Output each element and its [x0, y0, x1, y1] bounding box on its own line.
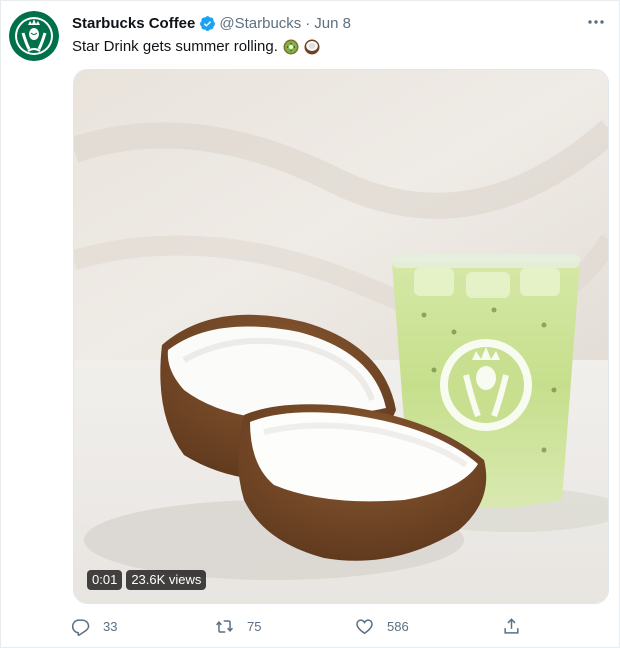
reply-icon: [71, 619, 90, 636]
share-icon: [504, 618, 519, 634]
starbucks-logo-icon: [9, 11, 59, 61]
verified-badge-icon: [199, 15, 216, 32]
tweet-text-content: Star Drink gets summer rolling.: [72, 38, 278, 55]
tweet-card: Starbucks Coffee @Starbucks · Jun 8 Star…: [0, 0, 620, 648]
reply-count: 33: [103, 619, 118, 634]
author-name[interactable]: Starbucks Coffee: [72, 15, 195, 32]
author-handle[interactable]: @Starbucks: [219, 15, 301, 32]
separator-dot: ·: [305, 14, 311, 32]
video-timestamp: 0:01: [87, 570, 123, 590]
more-options-icon[interactable]: [587, 15, 605, 27]
like-count: 586: [387, 619, 409, 634]
tweet-date[interactable]: Jun 8: [314, 15, 351, 32]
retweet-icon: [216, 620, 233, 633]
video-player[interactable]: [73, 69, 609, 604]
tweet-text: Star Drink gets summer rolling.: [72, 37, 320, 57]
share-button[interactable]: [502, 617, 534, 636]
tweet-actions: 33 75 586: [71, 617, 531, 641]
avatar[interactable]: [9, 11, 59, 61]
retweet-count: 75: [247, 619, 262, 634]
tweet-header: Starbucks Coffee @Starbucks · Jun 8: [72, 13, 351, 33]
video-meta: 0:01 23.6K views: [87, 570, 207, 590]
reply-button[interactable]: 33: [71, 617, 117, 636]
coconut-emoji-icon: [304, 39, 320, 55]
video-views: 23.6K views: [126, 570, 207, 590]
like-button[interactable]: 586: [355, 617, 409, 636]
retweet-button[interactable]: 75: [215, 617, 261, 636]
kiwi-emoji-icon: [283, 39, 299, 55]
heart-icon: [356, 619, 373, 635]
cup-logo-icon: [440, 339, 532, 431]
video-thumbnail: [74, 70, 608, 603]
